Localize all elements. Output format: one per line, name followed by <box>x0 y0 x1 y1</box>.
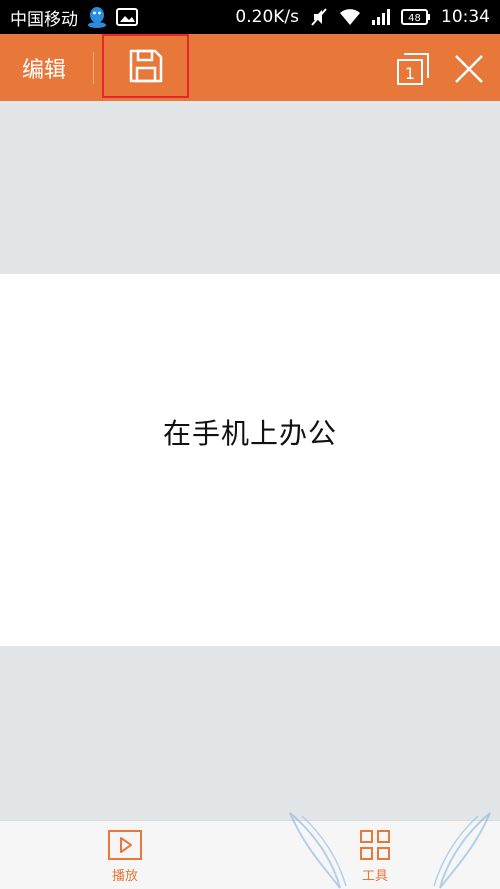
tools-button[interactable]: 工具 <box>335 829 415 884</box>
image-icon <box>116 8 138 26</box>
slide[interactable]: 在手机上办公 <box>0 274 500 646</box>
toolbar-divider <box>93 52 94 84</box>
play-label: 播放 <box>111 869 138 884</box>
wifi-icon <box>339 8 361 26</box>
qq-icon <box>86 5 108 29</box>
save-button[interactable] <box>102 34 189 98</box>
battery-level: 48 <box>408 13 421 24</box>
tools-icon <box>360 830 390 860</box>
edit-button[interactable]: 编辑 <box>22 34 66 101</box>
tools-label: 工具 <box>361 869 388 884</box>
signal-icon <box>371 8 391 26</box>
slide-canvas[interactable]: 在手机上办公 <box>0 101 500 820</box>
status-bar: 中国移动 0.20K/s 48 10:34 <box>0 0 500 34</box>
mute-icon <box>309 7 329 27</box>
pages-button[interactable]: 1 <box>395 51 431 87</box>
top-toolbar: 编辑 1 <box>0 34 500 101</box>
close-icon <box>455 55 483 83</box>
close-button[interactable] <box>452 52 486 86</box>
network-speed: 0.20K/s <box>235 7 299 27</box>
save-icon <box>129 49 162 83</box>
pages-icon: 1 <box>397 53 429 85</box>
battery-icon: 48 <box>401 8 431 26</box>
carrier-label: 中国移动 <box>10 9 78 30</box>
clock: 10:34 <box>441 7 490 27</box>
slide-text[interactable]: 在手机上办公 <box>163 412 337 452</box>
play-button[interactable]: 播放 <box>85 829 165 884</box>
bottom-bar: 播放 工具 <box>0 820 500 889</box>
page-count: 1 <box>405 64 415 83</box>
play-icon <box>108 830 142 860</box>
